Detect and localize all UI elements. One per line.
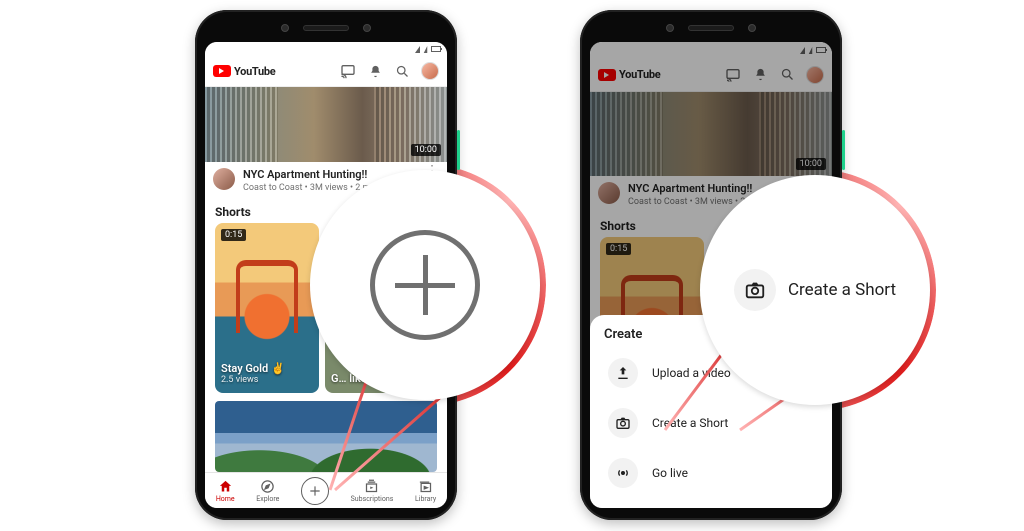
- channel-avatar[interactable]: [213, 168, 235, 190]
- compass-icon: [260, 478, 275, 494]
- short-card-0[interactable]: 0:15 Stay Gold ✌️ 2.5 views: [215, 223, 319, 393]
- magnifier-create-short: Create a Short: [700, 175, 930, 405]
- library-icon: [418, 478, 433, 494]
- nav-subscriptions[interactable]: Subscriptions: [351, 478, 394, 503]
- magnifier-create-button: [310, 170, 540, 400]
- nav-explore[interactable]: Explore: [256, 478, 279, 503]
- illustration-stage: YouTube 10:00: [0, 0, 1024, 531]
- subscriptions-icon: [364, 478, 379, 494]
- upload-icon: [608, 358, 638, 388]
- bottom-nav: Home Explore Subscrip: [205, 472, 447, 508]
- phone-sensors: [281, 24, 371, 32]
- sheet-item-go-live[interactable]: Go live: [604, 448, 818, 498]
- sheet-item-label: Create a Short: [652, 416, 728, 430]
- youtube-wordmark: YouTube: [234, 65, 275, 78]
- home-icon: [218, 478, 233, 494]
- nav-label: Home: [216, 495, 235, 503]
- camera-icon: [734, 269, 776, 311]
- phone-sensors: [666, 24, 756, 32]
- short-views: 2.5 views: [221, 375, 313, 385]
- hero-duration-badge: 10:00: [411, 144, 441, 156]
- bell-icon[interactable]: [367, 63, 383, 79]
- phone-power-button: [457, 130, 460, 170]
- avatar[interactable]: [421, 62, 439, 80]
- nav-label: Library: [415, 495, 436, 503]
- short-title: Stay Gold ✌️: [221, 362, 313, 375]
- sheet-item-label: Go live: [652, 466, 688, 480]
- youtube-play-icon: [213, 65, 231, 77]
- short-duration-badge: 0:15: [221, 229, 246, 241]
- search-icon[interactable]: [394, 63, 410, 79]
- plus-icon: [301, 477, 329, 505]
- nav-create[interactable]: [301, 477, 329, 505]
- live-icon: [608, 458, 638, 488]
- sheet-item-label: Upload a video: [652, 366, 731, 380]
- nav-home[interactable]: Home: [216, 478, 235, 503]
- video-thumbnail[interactable]: [215, 401, 437, 472]
- magnified-plus-icon: [370, 230, 480, 340]
- app-bar: YouTube: [205, 56, 447, 86]
- nav-library[interactable]: Library: [415, 478, 436, 503]
- hero-thumbnail[interactable]: 10:00: [205, 87, 447, 162]
- phone-power-button: [842, 130, 845, 170]
- nav-label: Explore: [256, 495, 279, 503]
- sheet-item-create-short[interactable]: Create a Short: [604, 398, 818, 448]
- youtube-logo[interactable]: YouTube: [213, 65, 340, 78]
- nav-label: Subscriptions: [351, 495, 394, 503]
- status-bar: [205, 42, 447, 56]
- cast-icon[interactable]: [340, 63, 356, 79]
- camera-icon: [608, 408, 638, 438]
- magnifier-label: Create a Short: [788, 280, 896, 300]
